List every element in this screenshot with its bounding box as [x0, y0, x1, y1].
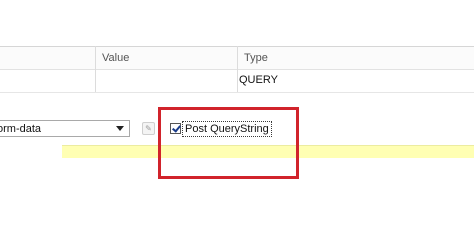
value-column-header[interactable]: Value: [102, 52, 129, 64]
encoding-select-value: orm-data: [0, 123, 42, 135]
type-column-header[interactable]: Type: [244, 52, 268, 64]
encoding-select[interactable]: orm-data: [0, 120, 130, 137]
chevron-down-icon[interactable]: [116, 126, 124, 131]
row-type-cell[interactable]: QUERY: [239, 74, 278, 86]
row-divider: [0, 92, 474, 93]
edit-icon[interactable]: ✎: [142, 122, 155, 135]
column-divider[interactable]: [237, 46, 238, 93]
red-highlight-annotation: [158, 107, 299, 179]
parameters-grid: Value Type QUERY: [0, 46, 474, 93]
column-divider[interactable]: [95, 46, 96, 93]
